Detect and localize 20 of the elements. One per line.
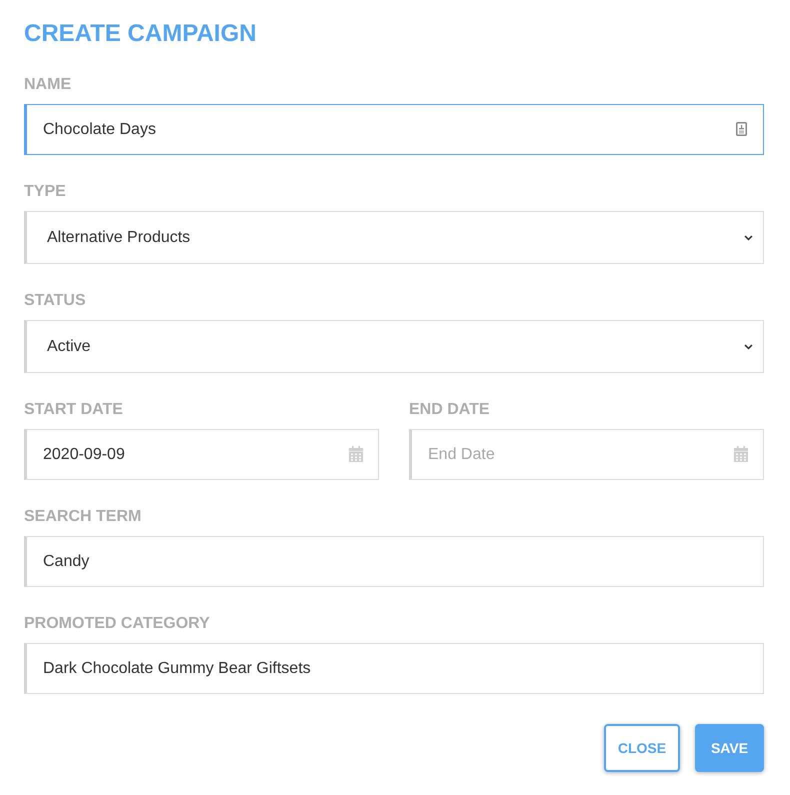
field-label: START DATE	[24, 401, 124, 419]
calendar-icon[interactable]	[734, 446, 748, 462]
date-field[interactable]: 2020-09-09	[24, 429, 379, 480]
input-field[interactable]: Candy	[24, 536, 764, 587]
chevron-down-icon	[744, 234, 753, 240]
input-field[interactable]: Dark Chocolate Gummy Bear Giftsets	[24, 643, 764, 694]
date-field[interactable]: End Date	[409, 429, 764, 480]
field-label: STATUS	[24, 292, 87, 310]
dropdown[interactable]: Active	[24, 320, 764, 373]
dropdown[interactable]: Alternative Products	[24, 211, 764, 264]
field-label: TYPE	[24, 183, 67, 201]
field-label: PROMOTED CATEGORY	[24, 615, 211, 633]
input-field[interactable]: Chocolate Days	[24, 104, 764, 155]
form-title: CREATE CAMPAIGN	[24, 20, 258, 48]
field-label: END DATE	[409, 401, 491, 419]
contact-card-icon[interactable]	[736, 122, 747, 136]
field-label: SEARCH TERM	[24, 508, 142, 526]
chevron-down-icon	[744, 344, 753, 350]
field-label: NAME	[24, 76, 72, 94]
calendar-icon[interactable]	[349, 446, 363, 462]
